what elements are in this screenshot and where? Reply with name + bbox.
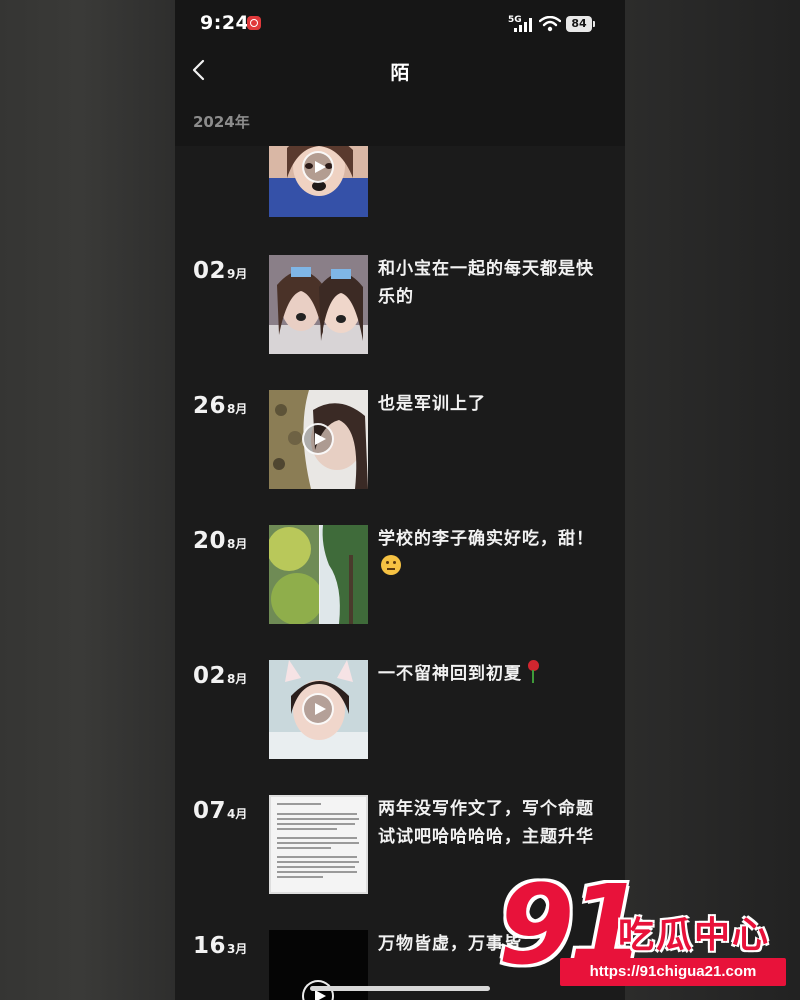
entry-caption[interactable]: 也是军训上了 [378, 390, 610, 418]
entry-month: 9月 [227, 267, 248, 281]
rose-icon [525, 660, 541, 684]
post-thumbnail[interactable] [269, 390, 368, 489]
entry-day: 02 [193, 258, 227, 284]
app-notification-icon [247, 16, 261, 30]
entry-month: 8月 [227, 672, 248, 686]
year-label: 2024年 [193, 113, 250, 131]
entry-date: 268月 [193, 393, 247, 419]
play-icon[interactable] [302, 423, 334, 455]
post-thumbnail[interactable] [269, 660, 368, 759]
status-time: 9:24 [200, 12, 250, 34]
entry-month: 8月 [227, 402, 248, 416]
watermark-name: 吃瓜中心 [618, 915, 771, 956]
entry-caption-text: 学校的李子确实好吃，甜！ [378, 529, 594, 549]
post-thumbnail[interactable] [269, 795, 368, 894]
nav-bar: 陌 [175, 46, 625, 96]
photo-image [269, 255, 368, 354]
entry-day: 07 [193, 798, 227, 824]
entry-month: 3月 [227, 942, 248, 956]
battery-icon: 84 [566, 16, 595, 32]
entry-day: 26 [193, 393, 227, 419]
timeline-entry: 268月 也是军训上了 [175, 390, 625, 490]
entry-caption[interactable]: 和小宝在一起的每天都是快乐的 [378, 255, 610, 311]
post-thumbnail[interactable] [269, 525, 368, 624]
entry-date: 029月 [193, 258, 247, 284]
entry-day: 20 [193, 528, 227, 554]
essay-document-image [271, 797, 366, 892]
entry-day: 02 [193, 663, 227, 689]
status-bar: 9:24 5G 84 [175, 0, 625, 46]
entry-date: 208月 [193, 528, 247, 554]
entry-caption[interactable]: 两年没写作文了，写个命题试试吧哈哈哈哈，主题升华 [378, 795, 610, 851]
year-section-header: 2024年 [175, 96, 625, 146]
phone-screen: 9:24 5G 84 陌 2024年 029月 和小宝在一起的每天都是快乐的 2… [175, 0, 625, 1000]
play-icon[interactable] [302, 693, 334, 725]
timeline-entry: 208月 学校的李子确实好吃，甜！ [175, 525, 625, 625]
post-thumbnail[interactable] [269, 255, 368, 354]
entry-day: 16 [193, 933, 227, 959]
entry-month: 8月 [227, 537, 248, 551]
entry-caption-text: 一不留神回到初夏 [378, 664, 522, 684]
watermark-logo: 91 吃瓜中心 https://91chigua21.com [490, 870, 800, 1000]
wifi-icon [539, 16, 561, 32]
play-icon[interactable] [302, 151, 334, 183]
signal-strength-icon [514, 18, 532, 32]
post-thumbnail[interactable] [269, 146, 368, 217]
entry-month: 4月 [227, 807, 248, 821]
entry-date: 028月 [193, 663, 247, 689]
timeline-entry: 028月 一不留神回到初夏 [175, 660, 625, 760]
timeline-entry: 029月 和小宝在一起的每天都是快乐的 [175, 255, 625, 355]
timeline-entry [175, 146, 625, 218]
entry-caption[interactable]: 一不留神回到初夏 [378, 660, 610, 688]
page-title: 陌 [390, 62, 410, 84]
home-indicator[interactable] [310, 986, 490, 991]
watermark-url: https://91chigua21.com [560, 958, 786, 986]
thinking-face-icon [381, 555, 401, 575]
entry-date: 163月 [193, 933, 247, 959]
entry-date: 074月 [193, 798, 247, 824]
photo-image [269, 525, 368, 624]
entry-caption[interactable]: 学校的李子确实好吃，甜！ [378, 525, 610, 581]
